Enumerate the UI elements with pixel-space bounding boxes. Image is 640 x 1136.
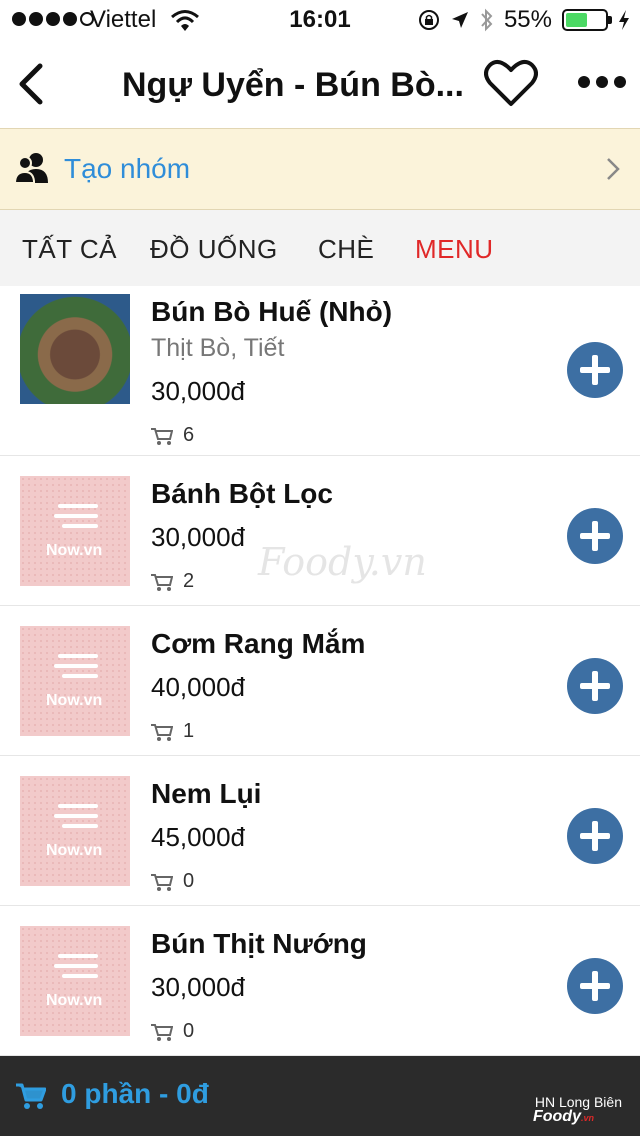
list-item[interactable]: Bún Bò Huế (Nhỏ) Thịt Bò, Tiết 30,000đ 6	[0, 286, 640, 456]
orientation-lock-icon	[418, 10, 439, 30]
order-count: 6	[151, 424, 194, 447]
item-price: 30,000đ	[151, 522, 245, 552]
item-price: 30,000đ	[151, 972, 245, 1002]
order-count-value: 2	[183, 570, 195, 592]
placeholder-image: Now.vn	[20, 626, 130, 736]
list-item[interactable]: Now.vn Cơm Rang Mắm 40,000đ 1	[0, 606, 640, 756]
cart-icon	[151, 873, 173, 891]
favorite-heart-icon[interactable]	[484, 58, 538, 110]
item-name: Bún Bò Huế (Nhỏ)	[151, 296, 393, 327]
cart-icon	[151, 1023, 173, 1041]
cart-summary: 0 phần - 0đ	[61, 1078, 209, 1109]
order-count: 0	[151, 870, 194, 893]
cart-icon	[151, 573, 173, 591]
item-name: Nem Lụi	[151, 778, 262, 809]
battery-percent: 55%	[503, 6, 552, 33]
food-photo	[20, 294, 130, 404]
location-arrow-icon	[451, 12, 468, 28]
item-price: 30,000đ	[151, 376, 245, 406]
create-group-banner[interactable]: Tạo nhóm	[0, 128, 640, 210]
add-item-button[interactable]	[567, 342, 623, 398]
charging-bolt-icon	[619, 10, 629, 30]
chevron-right-icon	[607, 158, 620, 180]
now-logo: Now.vn	[46, 542, 103, 559]
add-item-button[interactable]	[567, 508, 623, 564]
cart-icon	[151, 723, 173, 741]
more-options-icon[interactable]	[578, 76, 626, 88]
status-bar: Viettel 16:01 55%	[0, 0, 640, 40]
add-item-button[interactable]	[567, 808, 623, 864]
category-tabs: TẤT CẢ ĐỒ UỐNG CHÈ MENU	[0, 210, 640, 286]
group-users-icon	[14, 153, 48, 184]
foody-watermark: Foody.vn	[258, 540, 427, 584]
placeholder-image: Now.vn	[20, 926, 130, 1036]
now-logo: Now.vn	[46, 692, 103, 709]
item-price: 40,000đ	[151, 672, 245, 702]
battery-icon	[562, 9, 612, 31]
order-count: 2	[151, 570, 194, 593]
menu-list: Bún Bò Huế (Nhỏ) Thịt Bò, Tiết 30,000đ 6…	[0, 286, 640, 1056]
foody-logo: Foody.vn	[532, 1108, 594, 1125]
bluetooth-icon	[481, 8, 493, 32]
placeholder-image: Now.vn	[20, 476, 130, 586]
order-count: 1	[151, 720, 194, 743]
add-item-button[interactable]	[567, 658, 623, 714]
list-item[interactable]: Now.vn Bún Thịt Nướng 30,000đ 0	[0, 906, 640, 1056]
list-item[interactable]: Now.vn Nem Lụi 45,000đ 0	[0, 756, 640, 906]
tab-che[interactable]: CHÈ	[318, 234, 374, 265]
status-right: 55%	[418, 6, 630, 34]
nav-bar: Ngự Uyển - Bún Bò...	[0, 40, 640, 128]
item-description: Thịt Bò, Tiết	[151, 334, 285, 362]
tab-drinks[interactable]: ĐỒ UỐNG	[150, 234, 278, 265]
item-name: Bún Thịt Nướng	[151, 928, 367, 959]
add-item-button[interactable]	[567, 958, 623, 1014]
item-price: 45,000đ	[151, 822, 245, 852]
placeholder-image: Now.vn	[20, 776, 130, 886]
order-count: 0	[151, 1020, 194, 1043]
shopping-cart-icon	[16, 1083, 46, 1109]
item-name: Cơm Rang Mắm	[151, 628, 366, 659]
item-name: Bánh Bột Lọc	[151, 478, 333, 509]
order-count-value: 1	[183, 720, 195, 742]
order-count-value: 0	[183, 1020, 195, 1042]
back-arrow-icon[interactable]	[14, 62, 48, 106]
order-count-value: 6	[183, 424, 195, 446]
create-group-label: Tạo nhóm	[64, 153, 191, 184]
order-count-value: 0	[183, 870, 195, 892]
tab-menu[interactable]: MENU	[415, 234, 494, 265]
tab-all[interactable]: TẤT CẢ	[22, 234, 117, 265]
now-logo: Now.vn	[46, 992, 103, 1009]
now-logo: Now.vn	[46, 842, 103, 859]
cart-bar[interactable]: 0 phần - 0đ HN Long Biên Foody.vn	[0, 1056, 640, 1136]
page-title: Ngự Uyển - Bún Bò...	[122, 66, 462, 104]
cart-icon	[151, 427, 173, 445]
